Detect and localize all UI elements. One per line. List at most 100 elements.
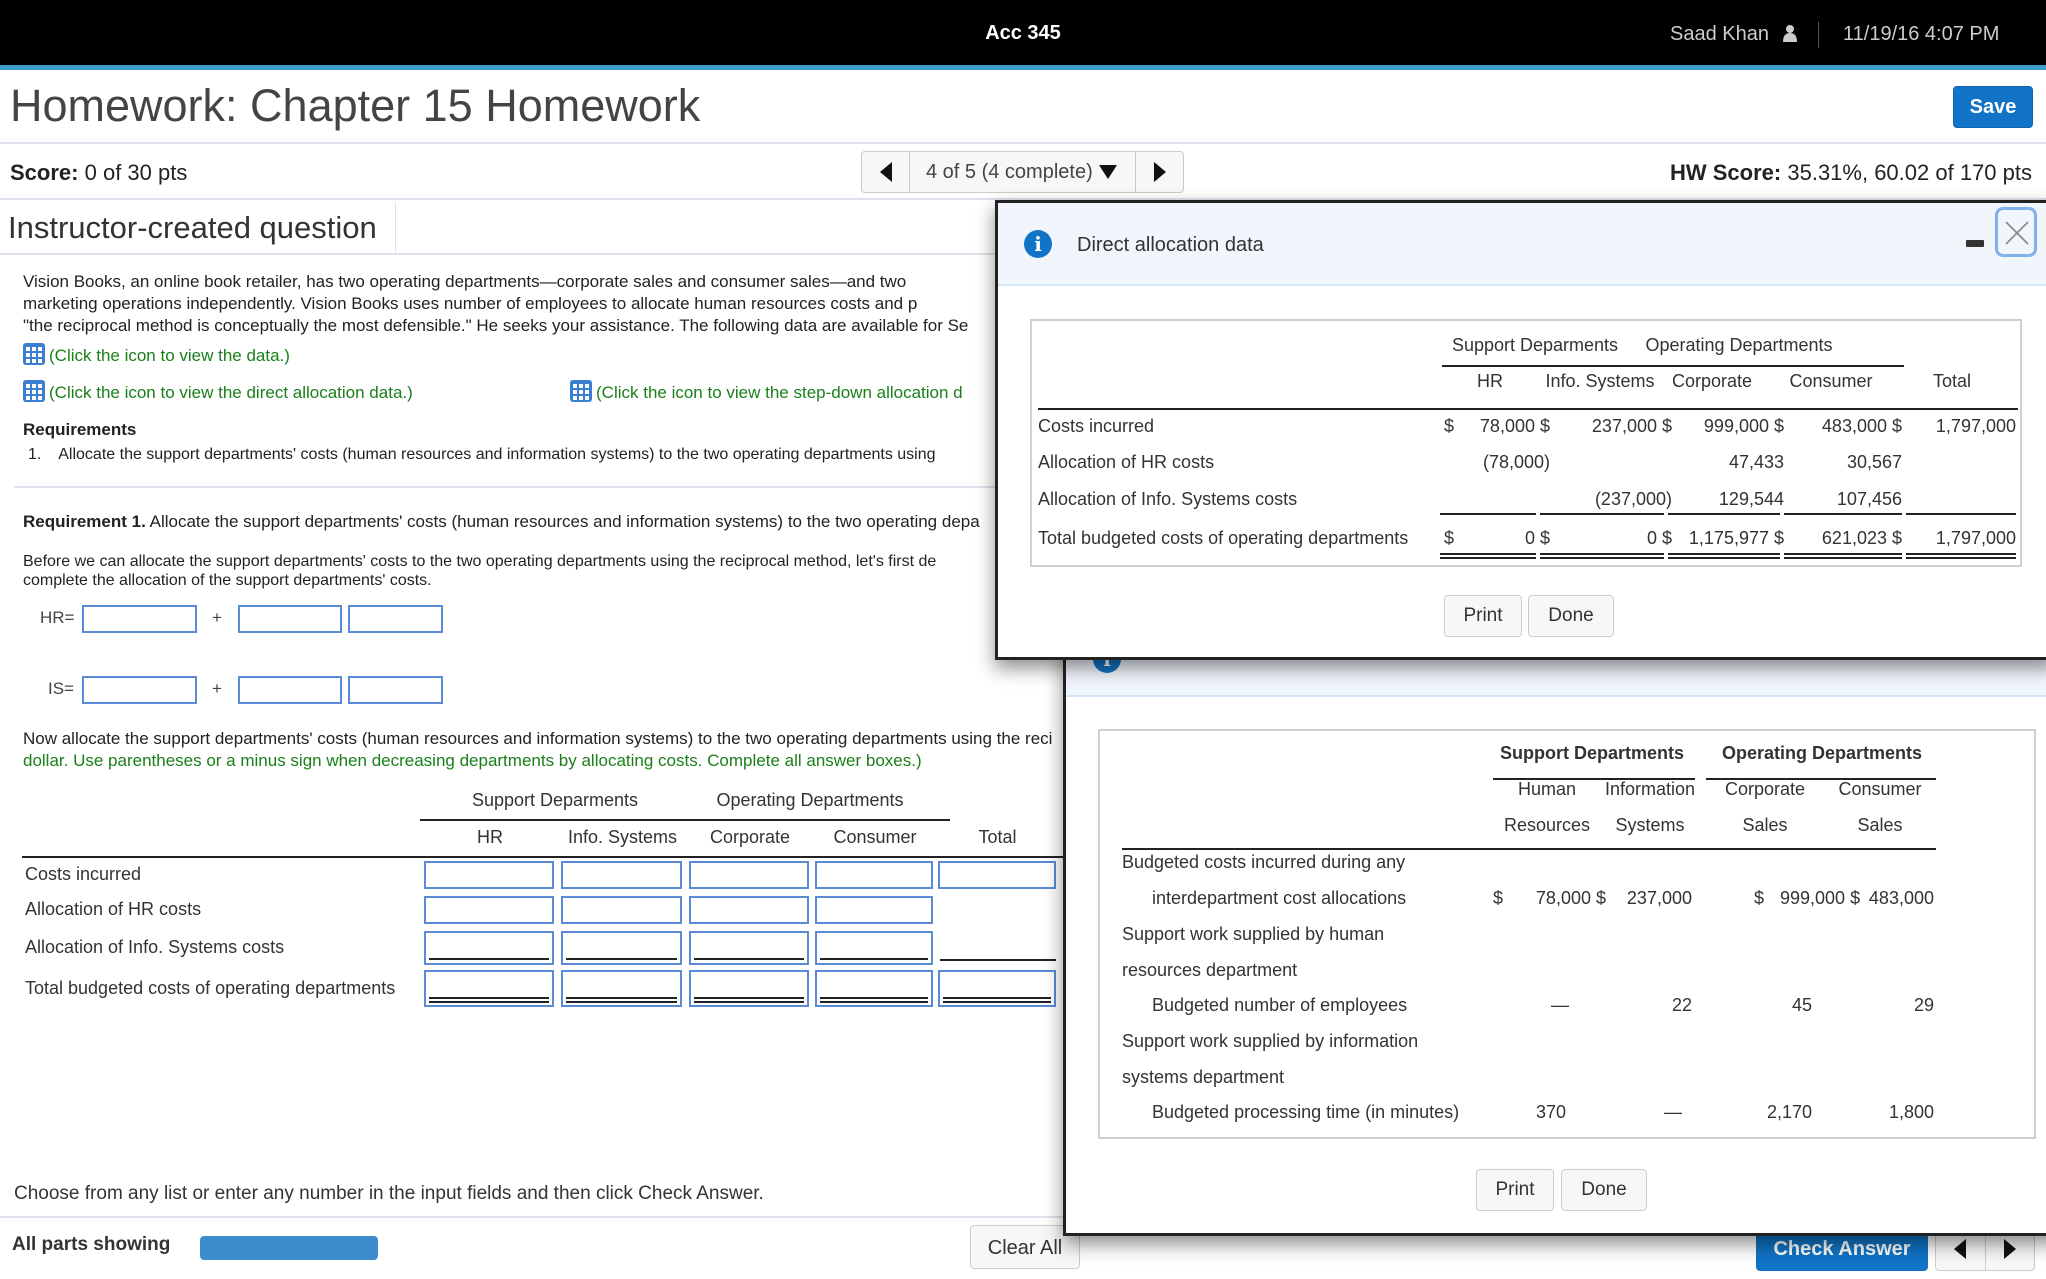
data-table: Support Departments Operating Department…	[1098, 729, 2036, 1139]
cell: 78,000 $	[1479, 416, 1550, 436]
group-header: Operating Departments	[716, 790, 904, 810]
view-data-link-text: (Click the icon to view the data.)	[49, 346, 290, 365]
print-button[interactable]: Print	[1476, 1169, 1554, 1211]
view-stepdown-allocation-link[interactable]: (Click the icon to view the step-down al…	[570, 380, 1000, 404]
cell: —	[1664, 1102, 1682, 1122]
direct-allocation-table: Support Deparments Operating Departments…	[1030, 319, 2022, 567]
cell: (237,000)	[1594, 489, 1672, 509]
user-name: Saad Khan	[1670, 23, 1769, 45]
footer-hint: Choose from any list or enter any number…	[14, 1183, 764, 1204]
is-allocation-consumer-input[interactable]	[815, 931, 933, 965]
is-label: IS=	[48, 679, 74, 698]
score-label: Score:	[10, 160, 79, 185]
column-header: HR	[477, 827, 503, 847]
is-coefficient-input[interactable]	[238, 676, 342, 704]
arrow-right-icon	[1153, 162, 1166, 182]
hr-allocation-corporate-input[interactable]	[689, 896, 809, 924]
hr-allocation-hr-input[interactable]	[424, 896, 554, 924]
costs-incurred-is-input[interactable]	[561, 861, 682, 889]
column-header: Corporate	[1724, 779, 1806, 799]
intro-line: marketing operations independently. Visi…	[23, 294, 918, 313]
cell: 78,000 $	[1535, 888, 1606, 908]
table-icon	[23, 380, 45, 402]
row-label: interdepartment cost allocations	[1152, 888, 1407, 908]
hr-allocation-is-input[interactable]	[561, 896, 682, 924]
row-label: Allocation of Info. Systems costs	[25, 937, 285, 957]
total-corporate-input[interactable]	[689, 970, 809, 1007]
requirement-1-label: Requirement 1.	[23, 512, 146, 531]
view-direct-allocation-link[interactable]: (Click the icon to view the direct alloc…	[23, 380, 563, 404]
underline	[429, 958, 549, 960]
cell: 1,175,977 $	[1688, 528, 1784, 548]
is-allocation-corporate-input[interactable]	[689, 931, 809, 965]
column-header: Consumer	[1789, 371, 1873, 391]
subtotal-rule	[1540, 513, 1664, 515]
total-double-rule	[1440, 553, 1536, 559]
parts-progress-bar	[200, 1236, 378, 1260]
requirement-1-text: Allocate the support departments' costs …	[149, 512, 980, 531]
total-is-input[interactable]	[561, 970, 682, 1007]
page-title: Homework: Chapter 15 Homework	[10, 80, 701, 131]
column-header: Sales	[1742, 815, 1788, 835]
question-select[interactable]: 4 of 5 (4 complete)	[910, 152, 1117, 192]
total-total-input[interactable]	[938, 970, 1056, 1007]
hr-label: HR=	[40, 608, 75, 627]
instruction-hint: dollar. Use parentheses or a minus sign …	[23, 751, 922, 770]
hr-coefficient-input[interactable]	[238, 605, 342, 633]
column-header: Corporate	[1671, 371, 1753, 391]
costs-incurred-consumer-input[interactable]	[815, 861, 933, 889]
row-label: Total budgeted costs of operating depart…	[25, 978, 396, 998]
double-underline	[429, 997, 549, 1003]
view-data-link[interactable]: (Click the icon to view the data.)	[23, 343, 523, 367]
user-menu[interactable]: Saad Khan	[1670, 23, 1797, 46]
instruction-line: Now allocate the support departments' co…	[23, 729, 1053, 748]
plus-sign: +	[212, 679, 222, 698]
total-consumer-input[interactable]	[815, 970, 933, 1007]
costs-incurred-total-input[interactable]	[938, 861, 1056, 889]
dialog-header: i Direct allocation data	[998, 203, 2046, 286]
costs-incurred-corporate-input[interactable]	[689, 861, 809, 889]
cell: 237,000	[1626, 888, 1692, 908]
is-constant-input[interactable]	[82, 676, 197, 704]
costs-incurred-hr-input[interactable]	[424, 861, 554, 889]
double-underline	[943, 997, 1051, 1003]
column-header: Human	[1517, 779, 1577, 799]
divider	[14, 486, 1000, 488]
print-button[interactable]: Print	[1444, 595, 1522, 637]
hr-variable-input[interactable]	[348, 605, 443, 633]
cell: 237,000 $	[1591, 416, 1672, 436]
view-direct-allocation-text: (Click the icon to view the direct alloc…	[49, 383, 413, 402]
is-allocation-is-input[interactable]	[561, 931, 682, 965]
data-dialog: i Support Departments Operating Departme…	[1063, 598, 2046, 1236]
hr-allocation-consumer-input[interactable]	[815, 896, 933, 924]
score-value: 0 of 30 pts	[84, 160, 188, 185]
column-header: Information	[1604, 779, 1696, 799]
row-label: Support work supplied by information	[1122, 1031, 1419, 1051]
underline	[566, 958, 677, 960]
cell: 1,797,000	[1935, 528, 2016, 548]
view-stepdown-allocation-text: (Click the icon to view the step-down al…	[596, 383, 963, 402]
next-question-button[interactable]	[1135, 152, 1183, 192]
row-label: Budgeted number of employees	[1152, 995, 1408, 1015]
column-header: Info. Systems	[1545, 371, 1655, 391]
group-header: Support Deparments	[471, 790, 639, 810]
cell: 1,800	[1888, 1102, 1934, 1122]
is-allocation-hr-input[interactable]	[424, 931, 554, 965]
close-button[interactable]	[1995, 207, 2037, 257]
direct-allocation-dialog: i Direct allocation data Support Deparme…	[995, 200, 2046, 660]
is-variable-input[interactable]	[348, 676, 443, 704]
save-button[interactable]: Save	[1953, 86, 2033, 128]
cell: 621,023 $	[1821, 528, 1902, 548]
column-header: Info. Systems	[567, 827, 678, 847]
arrow-left-icon	[1954, 1239, 1967, 1259]
previous-question-button[interactable]	[862, 152, 910, 192]
minimize-button[interactable]	[1966, 240, 1984, 247]
hr-constant-input[interactable]	[82, 605, 197, 633]
question-type: Instructor-created question	[8, 210, 377, 245]
double-underline	[820, 997, 928, 1003]
row-label: Allocation of HR costs	[1038, 452, 1215, 472]
total-hr-input[interactable]	[424, 970, 554, 1007]
progress-fill	[200, 1236, 378, 1260]
done-button[interactable]: Done	[1561, 1169, 1647, 1211]
done-button[interactable]: Done	[1528, 595, 1614, 637]
